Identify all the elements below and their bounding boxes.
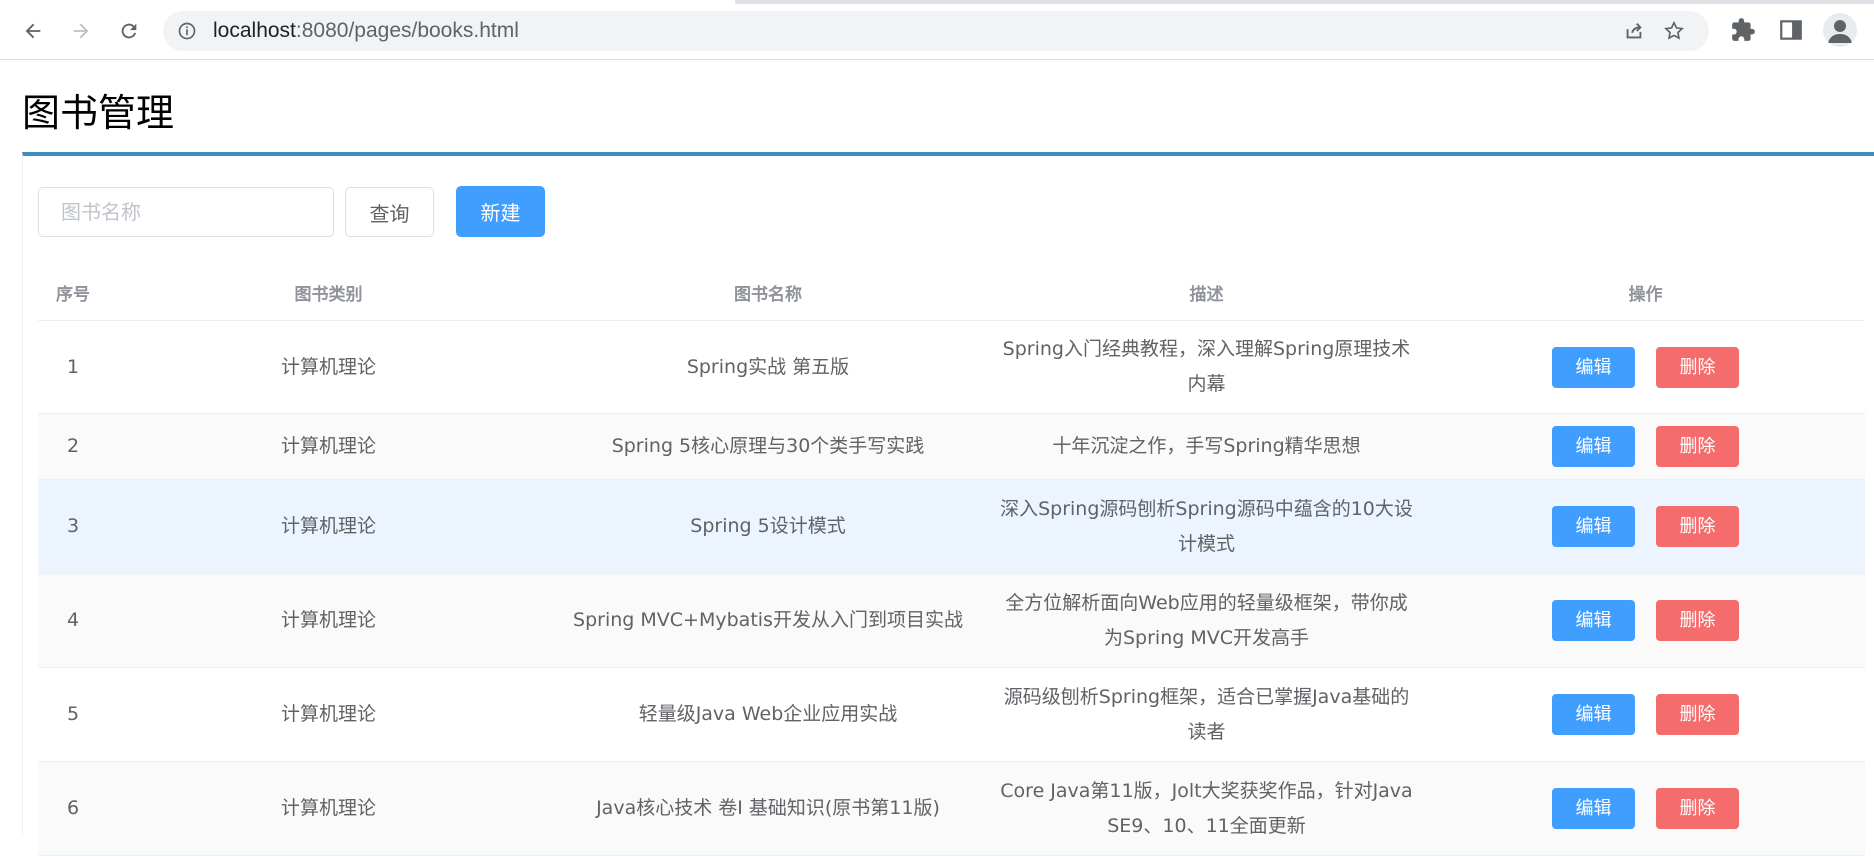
new-book-button[interactable]: 新建 bbox=[456, 186, 545, 237]
row-name: Spring 5设计模式 bbox=[690, 515, 846, 537]
row-description: 十年沉淀之作，手写Spring精华思想 bbox=[1052, 435, 1361, 457]
row-description: 全方位解析面向Web应用的轻量级框架，带你成为Spring MVC开发高手 bbox=[1005, 591, 1408, 649]
delete-button[interactable]: 删除 bbox=[1656, 694, 1739, 735]
table-row: 4 计算机理论 Spring MVC+Mybatis开发从入门到项目实战 全方位… bbox=[38, 574, 1865, 668]
row-description: Core Java第11版，Jolt大奖获奖作品，针对Java SE9、10、1… bbox=[1000, 779, 1413, 837]
row-type: 计算机理论 bbox=[280, 355, 376, 378]
book-name-search-input[interactable] bbox=[38, 187, 334, 237]
delete-button[interactable]: 删除 bbox=[1656, 426, 1739, 467]
table-row: 2 计算机理论 Spring 5核心原理与30个类手写实践 十年沉淀之作，手写S… bbox=[38, 414, 1865, 480]
edit-button[interactable]: 编辑 bbox=[1552, 694, 1635, 735]
edit-button[interactable]: 编辑 bbox=[1552, 506, 1635, 547]
books-table: 序号 图书类别 图书名称 描述 操作 1 计算机理论 Spring实战 第五版 … bbox=[38, 264, 1865, 856]
edit-button[interactable]: 编辑 bbox=[1552, 600, 1635, 641]
profile-person-icon bbox=[1828, 20, 1852, 43]
edit-button[interactable]: 编辑 bbox=[1552, 426, 1635, 467]
row-actions: 编辑 删除 bbox=[1426, 788, 1865, 829]
forward-arrow-icon bbox=[73, 23, 89, 39]
row-type: 计算机理论 bbox=[280, 703, 376, 725]
profile-avatar[interactable] bbox=[1823, 13, 1857, 47]
edit-button[interactable]: 编辑 bbox=[1552, 788, 1635, 829]
reload-button[interactable] bbox=[112, 14, 146, 48]
row-index: 5 bbox=[66, 703, 80, 725]
url-host: localhost bbox=[213, 19, 296, 42]
table-row: 6 计算机理论 Java核心技术 卷Ⅰ 基础知识(原书第11版) Core Ja… bbox=[38, 762, 1865, 856]
site-info-icon[interactable] bbox=[177, 21, 197, 41]
side-panel-icon[interactable] bbox=[1778, 17, 1804, 43]
row-index: 4 bbox=[66, 609, 80, 631]
page-title: 图书管理 bbox=[22, 91, 175, 135]
address-bar[interactable]: localhost:8080/pages/books.html bbox=[163, 11, 1709, 51]
row-type: 计算机理论 bbox=[280, 515, 376, 537]
row-name: 轻量级Java Web企业应用实战 bbox=[638, 703, 898, 725]
row-actions: 编辑 删除 bbox=[1426, 426, 1865, 467]
row-index: 2 bbox=[66, 435, 80, 457]
row-actions: 编辑 删除 bbox=[1426, 506, 1865, 547]
tab-strip bbox=[0, 0, 1874, 4]
row-name: Spring MVC+Mybatis开发从入门到项目实战 bbox=[573, 609, 963, 631]
row-description: Spring入门经典教程，深入理解Spring原理技术内幕 bbox=[1002, 338, 1411, 395]
forward-button[interactable] bbox=[64, 14, 98, 48]
edit-button[interactable]: 编辑 bbox=[1552, 346, 1635, 388]
row-actions: 编辑 删除 bbox=[1426, 694, 1865, 735]
row-description: 深入Spring源码刨析Spring源码中蕴含的10大设计模式 bbox=[1000, 497, 1413, 555]
column-header-description: 描述 bbox=[1189, 284, 1224, 305]
column-header-name: 图书名称 bbox=[734, 284, 802, 305]
reload-icon bbox=[121, 23, 137, 39]
column-header-actions: 操作 bbox=[1628, 284, 1663, 305]
table-row: 5 计算机理论 轻量级Java Web企业应用实战 源码级刨析Spring框架，… bbox=[38, 668, 1865, 762]
row-name: Java核心技术 卷Ⅰ 基础知识(原书第11版) bbox=[596, 797, 940, 819]
delete-button[interactable]: 删除 bbox=[1656, 506, 1739, 547]
row-description: 源码级刨析Spring框架，适合已掌握Java基础的读者 bbox=[1003, 685, 1410, 743]
share-icon[interactable] bbox=[1623, 20, 1645, 42]
row-type: 计算机理论 bbox=[280, 609, 376, 631]
browser-toolbar: localhost:8080/pages/books.html bbox=[0, 0, 1874, 60]
row-type: 计算机理论 bbox=[280, 797, 376, 819]
active-tab[interactable] bbox=[0, 0, 735, 4]
column-header-type: 图书类别 bbox=[294, 284, 363, 305]
table-header: 序号 图书类别 图书名称 描述 操作 bbox=[38, 264, 1865, 321]
row-name: Spring实战 第五版 bbox=[686, 355, 850, 378]
delete-button[interactable]: 删除 bbox=[1656, 600, 1739, 641]
row-type: 计算机理论 bbox=[280, 435, 376, 457]
delete-button[interactable]: 删除 bbox=[1656, 788, 1739, 829]
row-index: 3 bbox=[66, 515, 80, 537]
column-header-index: 序号 bbox=[56, 284, 90, 305]
row-index: 6 bbox=[66, 797, 80, 819]
row-name: Spring 5核心原理与30个类手写实践 bbox=[611, 435, 925, 457]
bookmark-star-icon[interactable] bbox=[1663, 20, 1685, 42]
delete-button[interactable]: 删除 bbox=[1656, 346, 1739, 388]
extensions-puzzle-icon[interactable] bbox=[1730, 17, 1756, 43]
query-button[interactable]: 查询 bbox=[345, 187, 434, 237]
row-actions: 编辑 删除 bbox=[1426, 600, 1865, 641]
back-button[interactable] bbox=[16, 14, 50, 48]
url-path: :8080/pages/books.html bbox=[295, 19, 519, 42]
row-index: 1 bbox=[66, 355, 80, 378]
table-row: 3 计算机理论 Spring 5设计模式 深入Spring源码刨析Spring源… bbox=[38, 480, 1865, 574]
back-arrow-icon bbox=[25, 23, 41, 39]
table-row: 1 计算机理论 Spring实战 第五版 Spring入门经典教程，深入理解Sp… bbox=[38, 321, 1865, 414]
row-actions: 编辑 删除 bbox=[1426, 346, 1865, 388]
url-text[interactable]: localhost:8080/pages/books.html bbox=[213, 11, 519, 51]
